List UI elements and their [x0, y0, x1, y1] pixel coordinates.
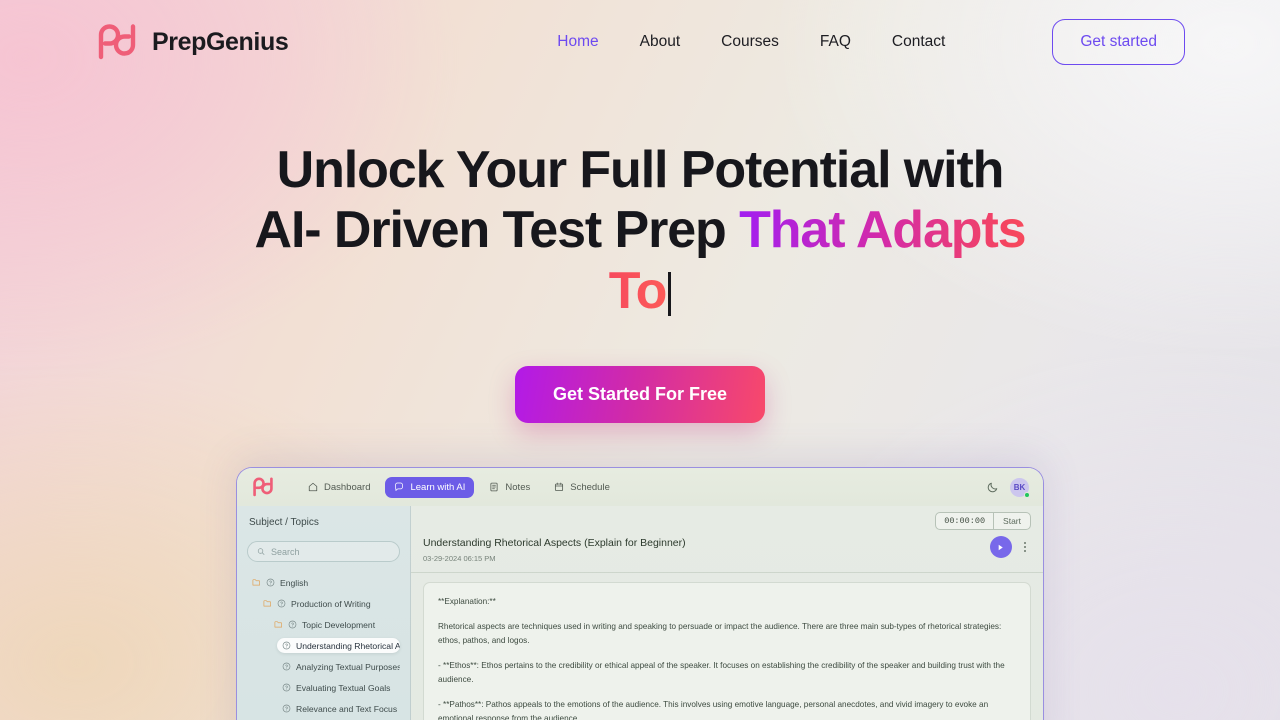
folder-icon: [274, 621, 283, 628]
nav-link-contact[interactable]: Contact: [892, 33, 945, 51]
more-options-button[interactable]: [1021, 539, 1029, 556]
app-nav: Dashboard Learn with AI Notes Schedule: [299, 476, 619, 498]
page-title: Unlock Your Full Potential with AI- Driv…: [245, 140, 1035, 321]
tree-node-label: Relevance and Text Focus: [296, 703, 398, 714]
app-nav-label: Schedule: [570, 481, 610, 493]
tree-node-evaluating-textual-goals[interactable]: Evaluating Textual Goals: [277, 680, 400, 695]
app-nav-label: Notes: [505, 481, 531, 493]
nav-link-faq[interactable]: FAQ: [820, 33, 851, 51]
chat-ai-icon: [395, 482, 404, 491]
study-timer: 00:00:00 Start: [935, 512, 1031, 530]
help-circle-icon: [288, 620, 297, 629]
timer-value: 00:00:00: [936, 513, 995, 529]
help-circle-icon: [266, 578, 275, 587]
avatar[interactable]: BK: [1010, 477, 1030, 498]
more-vertical-icon: [1023, 541, 1026, 544]
typing-caret: [668, 271, 672, 316]
help-circle-icon: [282, 704, 291, 713]
timer-start-button[interactable]: Start: [994, 513, 1030, 529]
search-box[interactable]: [247, 541, 400, 562]
sidebar-heading: Subject / Topics: [249, 517, 319, 528]
tree-node-label: Evaluating Textual Goals: [296, 682, 391, 693]
more-vertical-icon: [1023, 545, 1026, 549]
app-nav-item-notes[interactable]: Notes: [480, 477, 539, 498]
help-circle-icon: [282, 683, 291, 692]
get-started-button[interactable]: Get started: [1052, 19, 1185, 65]
play-button[interactable]: [989, 536, 1012, 558]
document-timestamp: 03-29-2024 06:15 PM: [423, 553, 496, 563]
avatar-initials: BK: [1013, 482, 1026, 492]
site-header: PrepGenius Home About Courses FAQ Contac…: [0, 0, 1280, 84]
app-sidebar: Subject / Topics Search English Producti…: [237, 506, 411, 720]
tree-node-analyzing-textual-purposes[interactable]: Analyzing Textual Purposes: [277, 659, 400, 674]
tree-node-label: Topic Development: [302, 619, 376, 630]
hero-line-2: Driven Test Prep: [333, 201, 727, 260]
calendar-icon: [555, 482, 564, 492]
pg-logo-icon: [253, 477, 273, 497]
tree-node-label: Understanding Rhetorical A...: [296, 640, 400, 651]
app-preview-mockup: Dashboard Learn with AI Notes Schedule B…: [236, 467, 1044, 720]
tree-node-production-of-writing[interactable]: Production of Writing: [258, 596, 400, 611]
search-icon: [257, 548, 265, 555]
online-status-dot: [1024, 491, 1030, 498]
pg-logo-icon: [98, 24, 136, 60]
tree-node-understanding-rhetorical[interactable]: Understanding Rhetorical A...: [277, 638, 400, 653]
tree-node-english[interactable]: English: [247, 575, 400, 590]
tree-node-label: Analyzing Textual Purposes: [296, 661, 400, 672]
app-nav-label: Learn with AI: [410, 481, 466, 493]
document-paragraph: - **Pathos**: Pathos appeals to the emot…: [438, 700, 989, 720]
document-header: Understanding Rhetorical Aspects (Explai…: [411, 534, 1043, 573]
home-icon: [308, 482, 318, 492]
main-nav: Home About Courses FAQ Contact Get start…: [557, 19, 1185, 65]
hero-cta-button[interactable]: Get Started For Free: [514, 365, 766, 423]
tree-node-topic-development[interactable]: Topic Development: [269, 617, 400, 632]
document-paragraph: - **Ethos**: Ethos pertains to the credi…: [438, 661, 1005, 685]
help-circle-icon: [282, 641, 291, 650]
document-content: **Explanation:** Rhetorical aspects are …: [423, 581, 1031, 720]
app-body: Subject / Topics Search English Producti…: [237, 506, 1043, 720]
tree-node-label: Production of Writing: [291, 598, 371, 609]
app-topbar-actions: BK: [987, 477, 1030, 498]
tree-node-label: English: [280, 577, 309, 588]
hero-section: Unlock Your Full Potential with AI- Driv…: [0, 140, 1280, 423]
moon-icon[interactable]: [987, 481, 999, 493]
document-paragraph: Rhetorical aspects are techniques used i…: [438, 621, 1002, 645]
help-circle-icon: [282, 662, 291, 671]
app-nav-item-schedule[interactable]: Schedule: [545, 477, 619, 498]
document-actions: [989, 536, 1029, 558]
tree-node-relevance-and-text-focus[interactable]: Relevance and Text Focus: [277, 701, 400, 716]
app-nav-item-learn-with-ai[interactable]: Learn with AI: [385, 476, 475, 498]
app-main-panel: 00:00:00 Start Understanding Rhetorical …: [411, 506, 1043, 720]
nav-link-home[interactable]: Home: [557, 33, 598, 51]
folder-icon: [252, 579, 261, 586]
timer-bar: 00:00:00 Start: [411, 506, 1043, 534]
notes-icon: [490, 482, 498, 492]
document-paragraph: **Explanation:**: [438, 596, 496, 606]
search-input[interactable]: [271, 546, 390, 557]
app-nav-label: Dashboard: [324, 481, 371, 493]
play-icon: [999, 544, 1004, 550]
help-circle-icon: [277, 599, 286, 608]
more-vertical-icon: [1023, 550, 1026, 553]
brand-logo[interactable]: PrepGenius: [95, 23, 289, 61]
document-title: Understanding Rhetorical Aspects (Explai…: [423, 537, 686, 549]
brand-name: PrepGenius: [152, 27, 289, 56]
topic-tree: English Production of Writing Topic Deve…: [247, 575, 400, 716]
nav-link-courses[interactable]: Courses: [721, 33, 779, 51]
app-nav-item-dashboard[interactable]: Dashboard: [299, 477, 379, 498]
app-topbar: Dashboard Learn with AI Notes Schedule B…: [237, 468, 1043, 506]
folder-icon: [263, 600, 272, 607]
nav-link-about[interactable]: About: [640, 33, 681, 51]
